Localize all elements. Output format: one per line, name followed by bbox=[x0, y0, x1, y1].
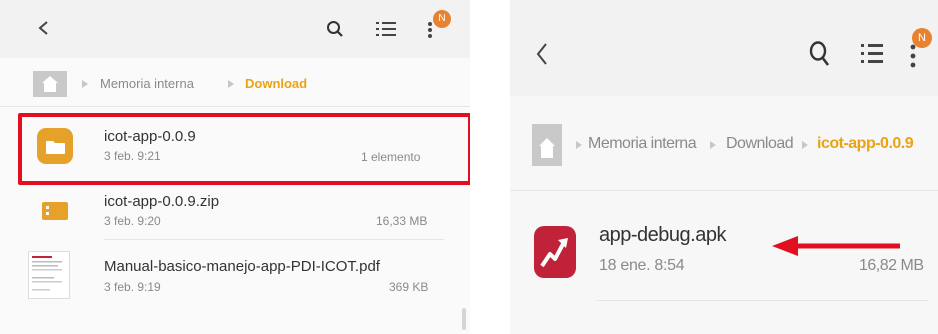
folder-icon bbox=[37, 128, 73, 164]
search-icon[interactable] bbox=[326, 20, 344, 38]
search-icon[interactable] bbox=[808, 40, 830, 66]
breadcrumb-download[interactable]: Download bbox=[245, 76, 307, 91]
breadcrumb-separator-icon bbox=[82, 80, 88, 88]
breadcrumb-separator-icon bbox=[228, 80, 234, 88]
breadcrumb-separator-icon bbox=[802, 141, 808, 149]
file-meta: 16,33 MB bbox=[376, 214, 428, 228]
file-name: Manual-basico-manejo-app-PDI-ICOT.pdf bbox=[104, 258, 380, 275]
file-meta: 16,82 MB bbox=[859, 257, 924, 274]
highlight-box bbox=[18, 113, 470, 185]
zip-file-icon bbox=[42, 202, 68, 220]
left-toolbar bbox=[0, 0, 470, 58]
file-date: 3 feb. 9:20 bbox=[104, 214, 161, 228]
divider bbox=[596, 300, 928, 301]
file-date: 3 feb. 9:21 bbox=[104, 149, 161, 163]
list-view-icon[interactable] bbox=[375, 20, 397, 38]
file-date: 3 feb. 9:19 bbox=[104, 280, 161, 294]
file-meta: 1 elemento bbox=[361, 150, 421, 164]
notification-badge: N bbox=[433, 10, 451, 28]
right-file-browser: N Memoria interna Download icot-app-0.0.… bbox=[510, 0, 938, 334]
breadcrumb-current-folder[interactable]: icot-app-0.0.9 bbox=[817, 135, 914, 153]
red-arrow-annotation bbox=[772, 236, 900, 256]
breadcrumb-separator-icon bbox=[710, 141, 716, 149]
breadcrumb-download[interactable]: Download bbox=[726, 135, 794, 153]
file-name: app-debug.apk bbox=[599, 224, 726, 246]
more-options-icon[interactable] bbox=[427, 20, 433, 40]
back-icon[interactable] bbox=[534, 40, 550, 68]
file-date: 18 ene. 8:54 bbox=[599, 257, 685, 274]
home-icon[interactable] bbox=[532, 124, 562, 166]
home-icon[interactable] bbox=[33, 71, 67, 97]
breadcrumb-internal-storage[interactable]: Memoria interna bbox=[100, 76, 194, 91]
back-icon[interactable] bbox=[36, 20, 50, 36]
scrollbar[interactable] bbox=[462, 308, 466, 330]
file-meta: 369 KB bbox=[389, 280, 429, 294]
file-name: icot-app-0.0.9.zip bbox=[104, 193, 220, 210]
breadcrumb-separator-icon bbox=[576, 141, 582, 149]
file-name: icot-app-0.0.9 bbox=[104, 128, 196, 145]
breadcrumb-internal-storage[interactable]: Memoria interna bbox=[588, 135, 697, 153]
divider bbox=[510, 190, 938, 191]
notification-badge: N bbox=[912, 28, 932, 48]
pdf-thumbnail-icon bbox=[28, 251, 70, 299]
apk-icon bbox=[534, 226, 576, 278]
more-options-icon[interactable] bbox=[910, 42, 916, 70]
list-view-icon[interactable] bbox=[860, 40, 884, 68]
left-file-browser: N Memoria interna Download icot-app-0.0.… bbox=[0, 0, 470, 334]
divider bbox=[0, 106, 470, 107]
